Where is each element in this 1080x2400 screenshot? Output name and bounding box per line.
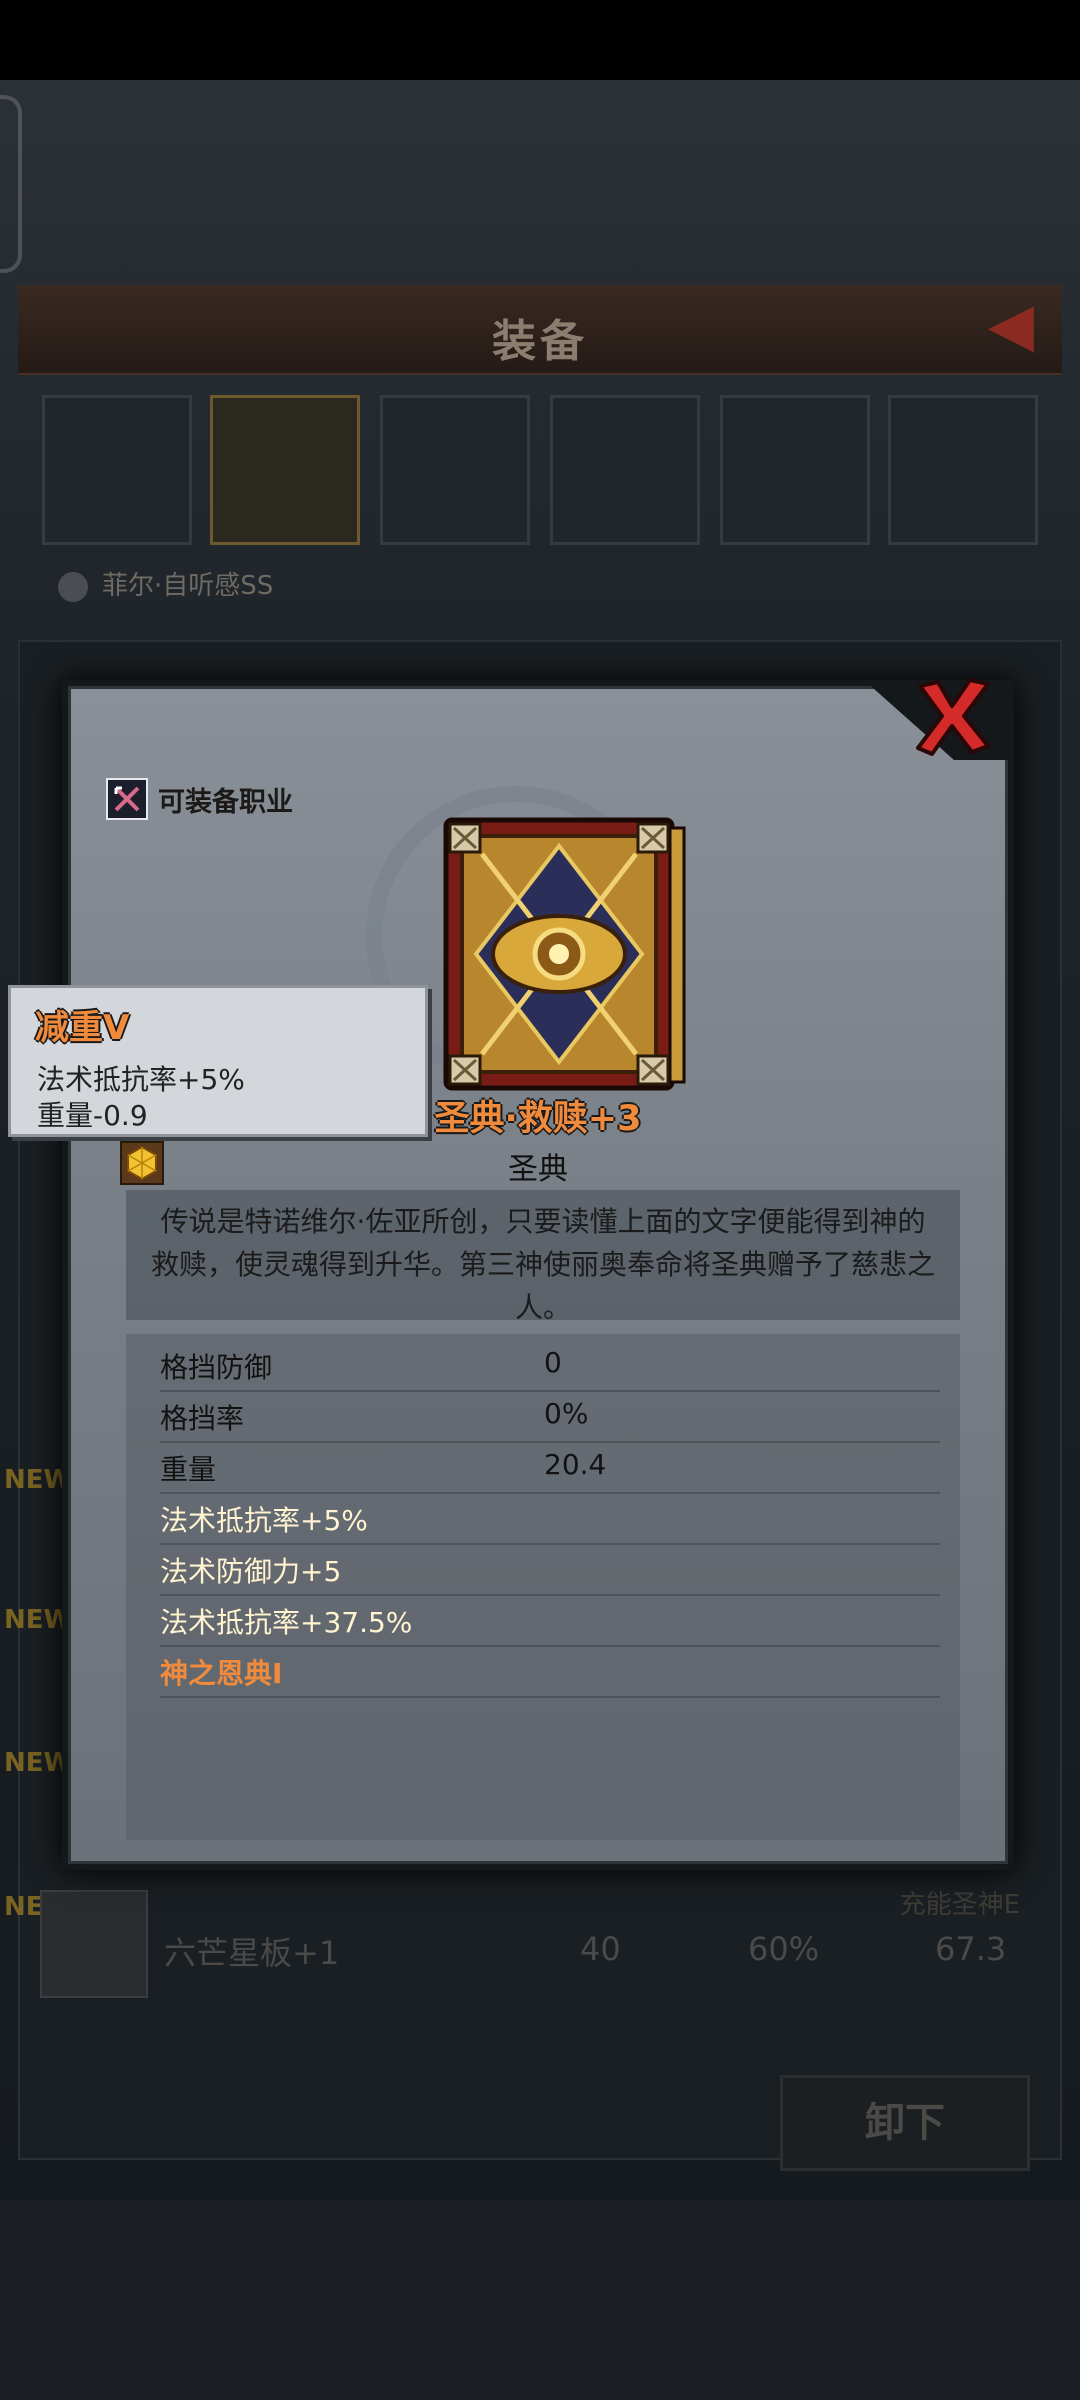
special-skill-row[interactable]: 神之恩典I	[160, 1646, 940, 1698]
equip-class-row: 可装备职业	[106, 778, 293, 820]
slot-helmet	[380, 395, 530, 545]
item-description-box: 传说是特诺维尔·佐亚所创，只要读懂上面的文字便能得到神的救赎，使灵魂得到升华。第…	[126, 1190, 960, 1324]
unequip-button: 卸下	[780, 2075, 1030, 2171]
unequip-label: 卸下	[865, 2100, 945, 2146]
side-handle	[0, 95, 22, 273]
item-stat-2: 60%	[748, 1930, 820, 1968]
stat-value: 0%	[544, 1397, 589, 1430]
tooltip-title: 减重V	[35, 1008, 130, 1048]
item-name: 六芒星板+1	[164, 1934, 340, 1972]
holy-book-icon	[443, 817, 686, 1091]
equipment-header: 装备 ◀	[18, 285, 1062, 375]
item-detail-popup: 可装备职业 圣典·救赎+3 圣典 传说是特诺维尔·佐亚所创，只要读懂上面的文字便…	[62, 678, 1014, 1870]
hero-name: 菲尔·自听感SS	[102, 571, 274, 601]
bottom-bar	[0, 2200, 1080, 2400]
stat-label: 格挡防御	[160, 1351, 273, 1384]
equipment-title: 装备	[492, 316, 588, 367]
item-type: 圣典	[508, 1152, 568, 1187]
item-description: 传说是特诺维尔·佐亚所创，只要读懂上面的文字便能得到神的救赎，使灵魂得到升华。第…	[150, 1205, 935, 1324]
stat-value: 20.4	[544, 1448, 607, 1481]
slot-weapon	[42, 395, 192, 545]
bonus-stat-label: 法术防御力+5	[160, 1555, 342, 1588]
equipment-list-item: 充能圣神E 六芒星板+1 40 60% 67.3	[30, 1890, 1050, 2010]
slot-accessory	[888, 395, 1038, 545]
list-column-header: 充能圣神E	[899, 1890, 1020, 1920]
hero-name-row: 菲尔·自听感SS	[58, 565, 273, 602]
bonus-stat-label: 法术抵抗率+5%	[160, 1504, 368, 1537]
equip-class-label: 可装备职业	[158, 786, 293, 818]
bonus-stat-row: 法术防御力+5	[160, 1544, 940, 1596]
special-skill-label: 神之恩典I	[160, 1657, 283, 1690]
stat-row-block-rate: 格挡率 0%	[160, 1391, 940, 1443]
stat-label: 格挡率	[160, 1402, 245, 1435]
status-bar-area	[0, 0, 1080, 80]
back-arrow-icon: ◀	[987, 290, 1035, 360]
item-icon	[40, 1890, 148, 1998]
slot-armor	[550, 395, 700, 545]
bonus-stat-label: 法术抵抗率+37.5%	[160, 1606, 413, 1639]
close-button[interactable]	[908, 672, 996, 760]
stat-value: 0	[544, 1346, 562, 1379]
rune-gem-icon[interactable]	[120, 1141, 164, 1185]
tooltip-line: 重量-0.9	[37, 1099, 148, 1132]
slot-offhand	[210, 395, 360, 545]
stat-label: 重量	[160, 1453, 217, 1486]
bonus-stat-row: 法术抵抗率+5%	[160, 1493, 940, 1545]
item-stat-3: 67.3	[935, 1930, 1007, 1968]
item-stats-table: 格挡防御 0 格挡率 0% 重量 20.4 法术抵抗率+5% 法术防御力+5 法…	[126, 1334, 960, 1840]
class-swords-icon	[106, 778, 148, 820]
stat-row-block-defense: 格挡防御 0	[160, 1340, 940, 1392]
equipment-slots	[42, 395, 1042, 545]
bonus-stat-row: 法术抵抗率+37.5%	[160, 1595, 940, 1647]
item-stat-1: 40	[580, 1930, 621, 1968]
slot-boots	[720, 395, 870, 545]
stat-row-weight: 重量 20.4	[160, 1442, 940, 1494]
close-x-icon	[916, 678, 990, 756]
hero-avatar	[58, 571, 88, 602]
rune-tooltip: 减重V 法术抵抗率+5% 重量-0.9	[8, 985, 428, 1137]
tooltip-line: 法术抵抗率+5%	[37, 1063, 245, 1096]
